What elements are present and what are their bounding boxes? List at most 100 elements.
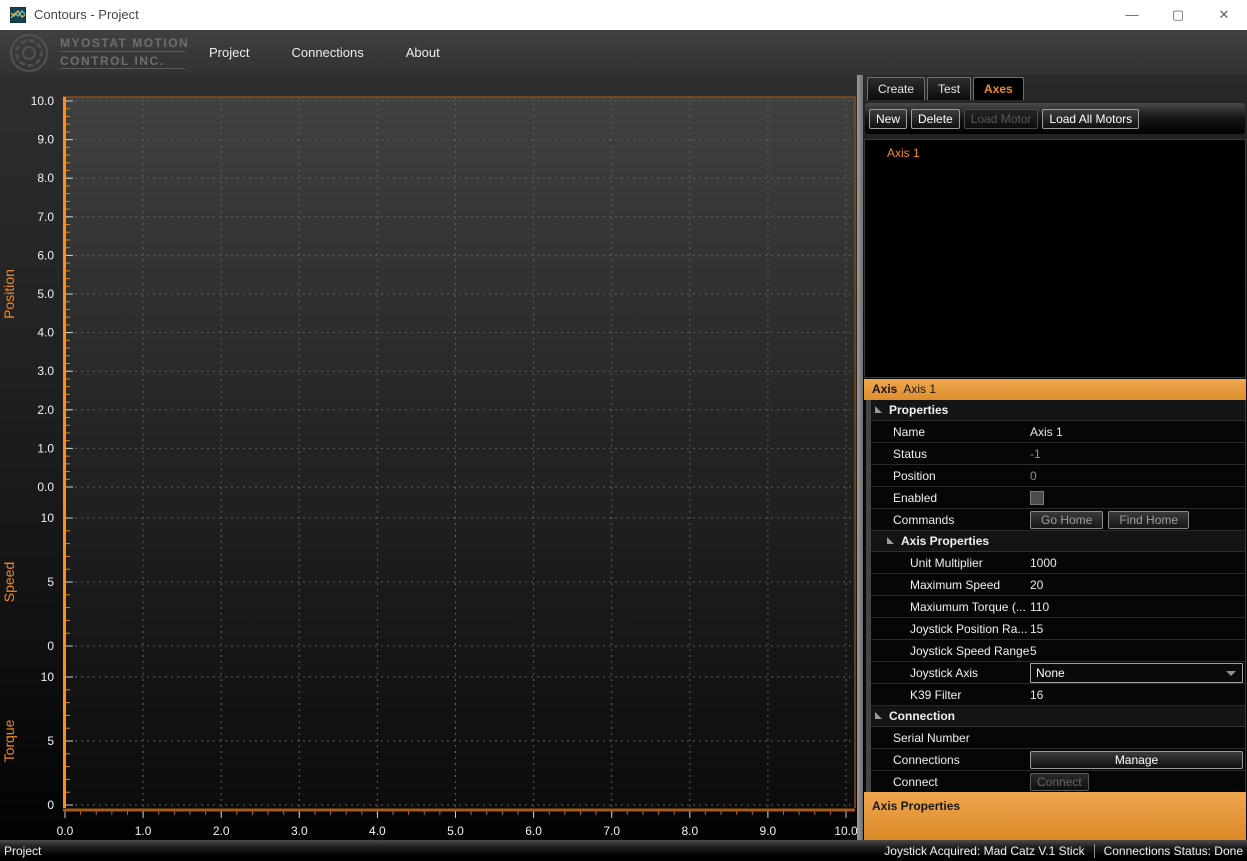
logo-text: MYOSTAT MOTION CONTROL INC. bbox=[60, 36, 185, 69]
svg-text:Speed: Speed bbox=[1, 562, 17, 602]
joystick-position-range-value[interactable]: 15 bbox=[1030, 622, 1246, 636]
svg-text:7.0: 7.0 bbox=[37, 210, 54, 224]
svg-text:5.0: 5.0 bbox=[37, 287, 54, 301]
joystick-axis-dropdown[interactable]: None bbox=[1030, 663, 1243, 683]
axis-properties-footer: Axis Properties bbox=[864, 792, 1246, 840]
tab-axes[interactable]: Axes bbox=[973, 77, 1024, 100]
menu-item-project[interactable]: Project bbox=[203, 41, 255, 64]
maximum-torque-value[interactable]: 110 bbox=[1030, 600, 1246, 614]
svg-text:9.0: 9.0 bbox=[37, 133, 54, 147]
row-k39-filter: K39 Filter 16 bbox=[871, 684, 1246, 706]
group-header-axis-properties[interactable]: Axis Properties bbox=[871, 531, 1246, 552]
svg-text:4.0: 4.0 bbox=[37, 326, 54, 340]
svg-text:0: 0 bbox=[47, 798, 54, 812]
row-commands: Commands Go Home Find Home bbox=[871, 509, 1246, 531]
expander-icon[interactable] bbox=[875, 712, 882, 719]
row-maximum-speed: Maximum Speed 20 bbox=[871, 574, 1246, 596]
status-connections: Connections Status: Done bbox=[1104, 844, 1243, 858]
name-label: Name bbox=[871, 425, 1030, 439]
axes-toolbar: New Delete Load Motor Load All Motors bbox=[865, 103, 1245, 134]
svg-text:0.0: 0.0 bbox=[37, 480, 54, 494]
svg-text:8.0: 8.0 bbox=[681, 824, 698, 838]
group-header-properties[interactable]: Properties bbox=[871, 400, 1246, 421]
commands-label: Commands bbox=[871, 513, 1030, 527]
svg-text:Torque: Torque bbox=[1, 719, 17, 762]
right-panel: Create Test Axes New Delete Load Motor L… bbox=[863, 75, 1247, 840]
row-status: Status -1 bbox=[871, 443, 1246, 465]
svg-text:5.0: 5.0 bbox=[447, 824, 464, 838]
joystick-axis-selected: None bbox=[1036, 666, 1065, 680]
svg-text:10.0: 10.0 bbox=[834, 824, 858, 838]
axes-list: Axis 1 bbox=[864, 139, 1246, 378]
status-divider bbox=[1094, 844, 1095, 858]
k39-filter-label: K39 Filter bbox=[871, 688, 1030, 702]
joystick-position-range-label: Joystick Position Ra... bbox=[871, 622, 1030, 636]
delete-button[interactable]: Delete bbox=[911, 109, 960, 129]
name-value[interactable]: Axis 1 bbox=[1030, 425, 1246, 439]
menubar: MYOSTAT MOTION CONTROL INC. Project Conn… bbox=[0, 30, 1247, 75]
menu-item-about[interactable]: About bbox=[400, 41, 446, 64]
unit-multiplier-label: Unit Multiplier bbox=[871, 556, 1030, 570]
joystick-speed-range-value[interactable]: 5 bbox=[1030, 644, 1246, 658]
serial-number-label: Serial Number bbox=[871, 731, 1030, 745]
group-header-connection[interactable]: Connection bbox=[871, 706, 1246, 727]
svg-text:5: 5 bbox=[47, 734, 54, 748]
myostat-logo-icon bbox=[9, 33, 53, 73]
menu-item-connections[interactable]: Connections bbox=[285, 41, 369, 64]
svg-text:5: 5 bbox=[47, 575, 54, 589]
svg-text:10: 10 bbox=[41, 670, 55, 684]
svg-text:10: 10 bbox=[41, 511, 55, 525]
tab-test[interactable]: Test bbox=[927, 77, 971, 100]
position-value: 0 bbox=[1030, 469, 1246, 483]
svg-text:0: 0 bbox=[47, 639, 54, 653]
load-all-motors-button[interactable]: Load All Motors bbox=[1042, 109, 1139, 129]
row-maximum-torque: Maxiumum Torque (... 110 bbox=[871, 596, 1246, 618]
maximize-icon[interactable]: ▢ bbox=[1155, 0, 1201, 30]
svg-text:6.0: 6.0 bbox=[525, 824, 542, 838]
chevron-down-icon bbox=[1226, 671, 1236, 676]
app-icon bbox=[10, 7, 26, 23]
enabled-checkbox[interactable] bbox=[1030, 491, 1044, 505]
row-connections: Connections Manage bbox=[871, 749, 1246, 771]
chart-svg: 0.0 1.0 2.0 3.0 4.0 5.0 6.0 7.0 8.0 9.0 10.0 Positi… bbox=[0, 75, 862, 840]
joystick-speed-range-label: Joystick Speed Range bbox=[871, 644, 1030, 658]
svg-text:6.0: 6.0 bbox=[37, 248, 54, 262]
selection-category: Axis bbox=[872, 382, 897, 396]
minimize-icon[interactable]: — bbox=[1109, 0, 1155, 30]
manage-button[interactable]: Manage bbox=[1030, 751, 1243, 769]
expander-icon[interactable] bbox=[875, 406, 882, 413]
k39-filter-value[interactable]: 16 bbox=[1030, 688, 1246, 702]
menu-items: Project Connections About bbox=[203, 30, 446, 75]
expander-icon[interactable] bbox=[887, 537, 894, 544]
tab-create[interactable]: Create bbox=[867, 77, 925, 100]
joystick-axis-label: Joystick Axis bbox=[871, 666, 1030, 680]
svg-text:Position: Position bbox=[1, 269, 17, 319]
svg-text:10.0: 10.0 bbox=[31, 94, 55, 108]
svg-text:7.0: 7.0 bbox=[603, 824, 620, 838]
svg-text:0.0: 0.0 bbox=[57, 824, 74, 838]
maximum-speed-label: Maximum Speed bbox=[871, 578, 1030, 592]
titlebar: Contours - Project — ▢ ✕ bbox=[0, 0, 1247, 30]
svg-text:3.0: 3.0 bbox=[291, 824, 308, 838]
find-home-button[interactable]: Find Home bbox=[1108, 511, 1189, 529]
logo-line1: MYOSTAT MOTION bbox=[60, 36, 185, 52]
close-icon[interactable]: ✕ bbox=[1201, 0, 1247, 30]
svg-text:3.0: 3.0 bbox=[37, 364, 54, 378]
connect-button: Connect bbox=[1030, 773, 1089, 791]
list-item-axis-1[interactable]: Axis 1 bbox=[865, 140, 1245, 160]
status-project: Project bbox=[0, 844, 884, 858]
unit-multiplier-value[interactable]: 1000 bbox=[1030, 556, 1246, 570]
maximum-speed-value[interactable]: 20 bbox=[1030, 578, 1246, 592]
row-joystick-position-range: Joystick Position Ra... 15 bbox=[871, 618, 1246, 640]
svg-text:9.0: 9.0 bbox=[760, 824, 777, 838]
row-serial-number: Serial Number bbox=[871, 727, 1246, 749]
go-home-button[interactable]: Go Home bbox=[1030, 511, 1103, 529]
connect-label: Connect bbox=[871, 775, 1030, 789]
row-position: Position 0 bbox=[871, 465, 1246, 487]
svg-text:2.0: 2.0 bbox=[37, 403, 54, 417]
svg-text:1.0: 1.0 bbox=[135, 824, 152, 838]
logo-line2: CONTROL INC. bbox=[60, 53, 185, 69]
svg-text:2.0: 2.0 bbox=[213, 824, 230, 838]
property-grid: Properties Name Axis 1 Status -1 Positio… bbox=[864, 400, 1246, 792]
new-button[interactable]: New bbox=[869, 109, 907, 129]
